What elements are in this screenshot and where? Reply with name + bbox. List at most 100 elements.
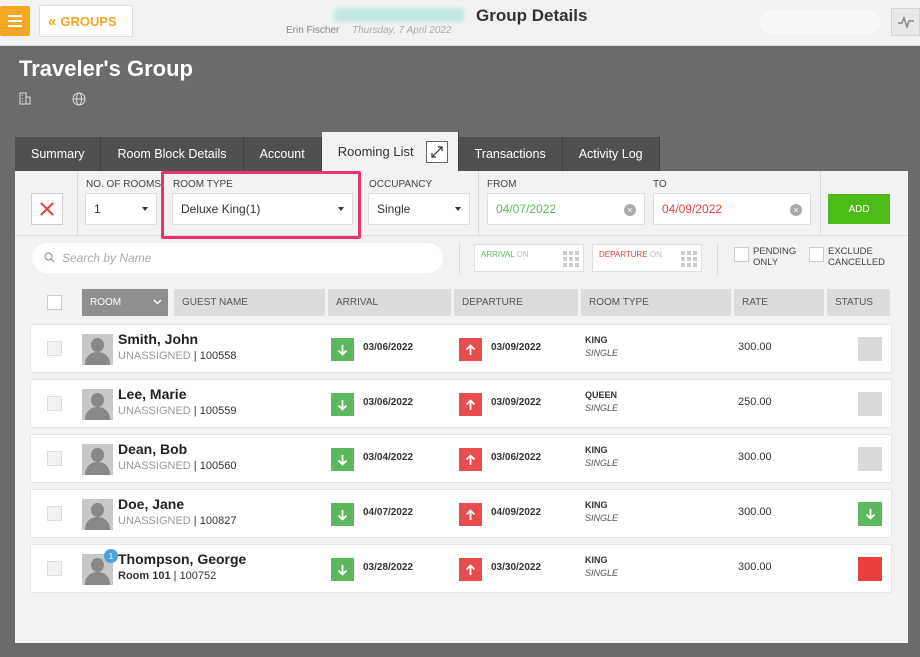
table-header: ROOM GUEST NAME ARRIVAL DEPARTURE ROOM T… <box>15 289 908 317</box>
globe-icon[interactable] <box>72 92 86 106</box>
guest-name[interactable]: Smith, John <box>118 331 198 347</box>
guest-name[interactable]: Doe, Jane <box>118 496 184 512</box>
tab-account[interactable]: Account <box>243 137 322 171</box>
to-date-field[interactable]: 04/09/2022 × <box>653 193 811 225</box>
room-assignment: UNASSIGNED <box>118 515 191 527</box>
check-in-arrow-icon[interactable] <box>858 502 882 526</box>
row-checkbox[interactable] <box>47 341 62 356</box>
group-title: Traveler's Group <box>19 56 193 81</box>
guest-avatar-icon <box>82 389 113 420</box>
add-button[interactable]: ADD <box>828 194 890 224</box>
row-checkbox[interactable] <box>47 396 62 411</box>
departure-arrow-icon <box>459 393 482 416</box>
room-type: KING <box>585 555 608 565</box>
table-row[interactable]: 1 Thompson, George Room 101 | 100752 03/… <box>30 544 892 593</box>
departure-date: 04/09/2022 <box>491 507 542 518</box>
departure-toggle[interactable]: DEPARTURE ON <box>592 244 702 272</box>
table-row[interactable]: Lee, Marie UNASSIGNED | 100559 03/06/202… <box>30 379 892 428</box>
occupancy-select[interactable]: Single <box>368 193 470 225</box>
grid-icon <box>681 251 697 267</box>
table-row[interactable]: Dean, Bob UNASSIGNED | 100560 03/04/2022… <box>30 434 892 483</box>
from-date-field[interactable]: 04/07/2022 × <box>487 193 645 225</box>
tab-activity-log[interactable]: Activity Log <box>562 137 660 171</box>
rooms-label: NO. OF ROOMS <box>86 179 161 190</box>
page-title: Group Details <box>476 6 588 25</box>
status-indicator[interactable] <box>858 557 882 581</box>
guest-avatar-icon <box>82 499 113 530</box>
arrival-toggle-label: ARRIVAL <box>481 250 515 259</box>
departure-toggle-state: ON <box>649 250 662 259</box>
search-row: Search by Name ARRIVAL ON DEPARTURE ON P… <box>15 237 908 281</box>
guest-avatar-icon <box>82 444 113 475</box>
hamburger-menu-icon[interactable] <box>0 6 30 36</box>
reservation-id: 100558 <box>199 350 237 362</box>
to-date-value: 04/09/2022 <box>662 202 723 216</box>
table-row[interactable]: Smith, John UNASSIGNED | 100558 03/06/20… <box>30 324 892 373</box>
guest-room-info: Room 101 | 100752 <box>118 570 217 582</box>
select-all-checkbox[interactable] <box>47 295 62 310</box>
column-room-type[interactable]: ROOM TYPE <box>581 289 731 316</box>
column-arrival[interactable]: ARRIVAL <box>328 289 451 316</box>
rooming-list-panel: NO. OF ROOMS 1 ROOM TYPE Deluxe King(1) … <box>15 171 908 643</box>
activity-pulse-icon[interactable] <box>891 8 920 36</box>
tab-bar: Summary Room Block Details Account Roomi… <box>15 132 660 171</box>
guest-name[interactable]: Lee, Marie <box>118 386 186 402</box>
divider <box>478 171 479 236</box>
search-placeholder: Search by Name <box>62 251 152 265</box>
row-checkbox[interactable] <box>47 451 62 466</box>
tab-rooming-list[interactable]: Rooming List <box>321 132 459 171</box>
reservation-id: 100560 <box>199 460 237 472</box>
column-departure[interactable]: DEPARTURE <box>454 289 578 316</box>
guest-name[interactable]: Thompson, George <box>118 551 246 567</box>
reservation-id: 100827 <box>199 515 237 527</box>
groups-back-button[interactable]: « GROUPS <box>39 5 133 37</box>
column-status[interactable]: STATUS <box>827 289 890 316</box>
guest-name[interactable]: Dean, Bob <box>118 441 187 457</box>
pending-only-label: PENDING ONLY <box>753 246 797 268</box>
reservation-id: 100559 <box>199 405 237 417</box>
rate: 300.00 <box>738 561 772 573</box>
exclude-cancelled-checkbox[interactable] <box>809 247 824 262</box>
status-indicator[interactable] <box>858 392 882 416</box>
row-checkbox[interactable] <box>47 506 62 521</box>
departure-arrow-icon <box>459 338 482 361</box>
row-checkbox[interactable] <box>47 561 62 576</box>
column-rate[interactable]: RATE <box>734 289 824 316</box>
arrival-toggle-state: ON <box>516 250 529 259</box>
tab-room-block-details[interactable]: Room Block Details <box>101 137 244 171</box>
status-indicator[interactable] <box>858 447 882 471</box>
expand-icon[interactable] <box>425 140 448 163</box>
column-guest-name[interactable]: GUEST NAME <box>174 289 325 316</box>
arrival-date: 03/28/2022 <box>363 562 414 573</box>
departure-arrow-icon <box>459 448 482 471</box>
clear-icon[interactable]: × <box>790 204 802 216</box>
blurred-hotel-name <box>334 8 464 22</box>
exclude-cancelled-label: EXCLUDE CANCELLED <box>828 246 886 268</box>
arrival-toggle[interactable]: ARRIVAL ON <box>474 244 584 272</box>
occupancy: SINGLE <box>585 568 619 578</box>
rate: 300.00 <box>738 451 772 463</box>
status-indicator[interactable] <box>858 337 882 361</box>
current-date: Thursday, 7 April 2022 <box>352 25 452 36</box>
pending-only-checkbox[interactable] <box>734 247 749 262</box>
to-label: TO <box>653 179 667 190</box>
room-type: QUEEN <box>585 390 618 400</box>
building-icon[interactable] <box>19 92 31 105</box>
column-room[interactable]: ROOM <box>82 289 168 316</box>
arrival-arrow-icon <box>331 338 354 361</box>
room-type: KING <box>585 445 608 455</box>
rooms-select[interactable]: 1 <box>85 193 157 225</box>
divider <box>820 171 821 236</box>
search-input[interactable]: Search by Name <box>32 243 443 273</box>
reservation-id: 100752 <box>179 570 217 582</box>
chevron-down-icon <box>153 299 162 305</box>
tab-summary[interactable]: Summary <box>15 137 102 171</box>
table-row[interactable]: Doe, Jane UNASSIGNED | 100827 04/07/2022… <box>30 489 892 538</box>
cancel-button[interactable] <box>31 193 63 225</box>
occupancy-label: OCCUPANCY <box>369 179 433 190</box>
rate: 250.00 <box>738 396 772 408</box>
clear-icon[interactable]: × <box>624 204 636 216</box>
caret-down-icon <box>142 207 148 211</box>
user-name: Erin Fischer <box>286 25 340 36</box>
tab-transactions[interactable]: Transactions <box>458 137 563 171</box>
